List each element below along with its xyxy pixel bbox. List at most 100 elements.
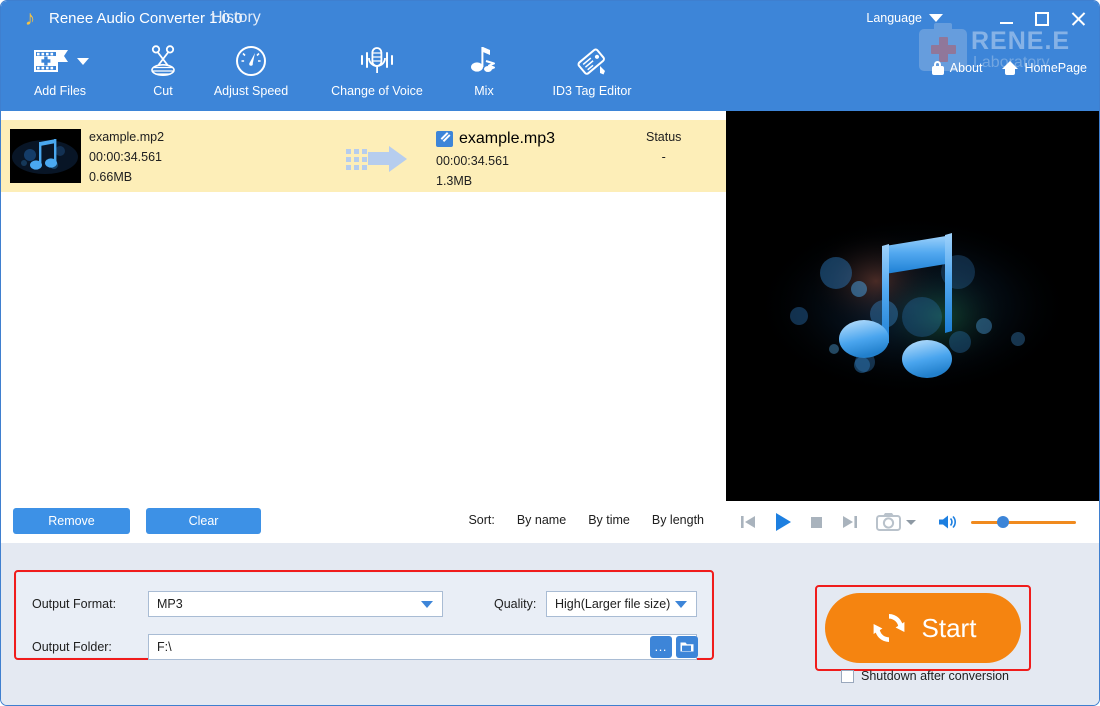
chevron-down-icon — [76, 57, 89, 65]
status-header: Status — [646, 130, 682, 144]
toolbar-item-label: ID3 Tag Editor — [552, 84, 632, 98]
quality-value: High(Larger file size) — [555, 597, 671, 611]
about-label: About — [949, 61, 983, 75]
output-file-duration: 00:00:34.561 — [436, 154, 509, 168]
convert-arrow-icon — [346, 146, 408, 172]
volume-slider[interactable] — [971, 516, 1076, 528]
start-label: Start — [921, 612, 977, 643]
chevron-down-icon[interactable] — [905, 517, 917, 527]
sort-controls: Sort: By name By time By length — [468, 513, 704, 527]
output-format-label: Output Format: — [32, 597, 117, 611]
output-settings-group: Output Format: MP3 Quality: High(Larger … — [17, 573, 711, 660]
remove-button[interactable]: Remove — [13, 508, 130, 534]
toolbar-item-label: Change of Voice — [331, 84, 423, 98]
output-format-value: MP3 — [157, 597, 183, 611]
music-note-mix-icon — [466, 40, 502, 82]
status-badge: - — [661, 150, 666, 164]
home-icon — [1002, 61, 1019, 75]
play-icon[interactable] — [772, 511, 794, 533]
output-folder-input[interactable]: F:\ — [148, 634, 697, 660]
about-link[interactable]: About — [931, 61, 983, 75]
sort-by-length-option[interactable]: By length — [652, 513, 704, 527]
shutdown-label: Shutdown after conversion — [861, 669, 1010, 683]
speaker-icon[interactable] — [937, 513, 959, 531]
toolbar-item-mix[interactable]: Mix — [451, 37, 517, 111]
tag-edit-icon — [575, 40, 609, 82]
maximize-button[interactable] — [1031, 9, 1053, 29]
skip-next-icon[interactable] — [840, 512, 860, 532]
maximize-icon — [1035, 12, 1049, 26]
app-window: ♪ Renee Audio Converter 1.0.0 History La… — [0, 0, 1100, 706]
toolbar-item-change-of-voice[interactable]: Change of Voice — [311, 37, 443, 111]
sort-by-name-option[interactable]: By name — [517, 513, 566, 527]
browse-folder-button[interactable]: … — [650, 636, 672, 658]
shutdown-checkbox[interactable] — [841, 669, 854, 683]
folder-icon — [680, 642, 694, 652]
source-file-name: example.mp2 — [89, 130, 165, 144]
toolbar-item-label: Adjust Speed — [213, 84, 289, 98]
open-folder-button[interactable] — [676, 636, 698, 658]
window-controls — [995, 9, 1089, 29]
sort-label: Sort: — [468, 513, 495, 527]
title-bar: ♪ Renee Audio Converter 1.0.0 History La… — [1, 1, 1099, 37]
microphone-icon — [357, 40, 397, 82]
add-files-icon — [32, 40, 89, 82]
ellipsis-icon: … — [654, 639, 668, 654]
start-button[interactable]: Start — [825, 593, 1021, 663]
music-note-thumbnail — [10, 129, 81, 183]
volume-slider-handle[interactable] — [997, 516, 1009, 528]
output-folder-value: F:\ — [157, 640, 172, 654]
stop-icon[interactable] — [808, 513, 826, 531]
status-column: Status - — [646, 130, 681, 164]
edit-pencil-icon[interactable] — [436, 131, 453, 147]
sort-by-time-option[interactable]: By time — [588, 513, 630, 527]
output-format-select[interactable]: MP3 — [148, 591, 443, 617]
toolbar-item-adjust-speed[interactable]: Adjust Speed — [199, 37, 303, 111]
output-file-size: 1.3MB — [436, 174, 473, 188]
main-toolbar: Add Files Cut Adjust Speed Change of Voice M… — [1, 37, 701, 111]
source-file-size: 0.66MB — [89, 170, 133, 184]
output-file-info: example.mp3 00:00:34.561 1.3MB — [436, 130, 555, 188]
header-links: About HomePage — [931, 61, 1087, 75]
player-controls — [726, 501, 1099, 543]
chevron-down-icon — [421, 600, 433, 608]
close-icon — [1070, 11, 1086, 27]
minimize-button[interactable] — [995, 9, 1017, 29]
output-file-name: example.mp3 — [459, 130, 556, 147]
toolbar-item-add-files[interactable]: Add Files — [11, 37, 109, 111]
language-selector[interactable]: Language — [866, 11, 943, 25]
chevron-down-icon — [929, 14, 943, 22]
toolbar-item-label: Cut — [153, 84, 173, 98]
homepage-label: HomePage — [1024, 61, 1087, 75]
header: ♪ Renee Audio Converter 1.0.0 History La… — [1, 1, 1099, 111]
quality-select[interactable]: High(Larger file size) — [546, 591, 697, 617]
skip-previous-icon[interactable] — [738, 512, 758, 532]
file-list-area: example.mp2 00:00:34.561 0.66MB example.… — [1, 111, 726, 501]
preview-artwork — [726, 111, 1099, 501]
homepage-link[interactable]: HomePage — [1002, 61, 1087, 75]
source-file-info: example.mp2 00:00:34.561 0.66MB — [89, 130, 164, 184]
chevron-down-icon — [675, 600, 687, 608]
clear-button[interactable]: Clear — [146, 508, 261, 534]
table-row[interactable]: example.mp2 00:00:34.561 0.66MB example.… — [1, 120, 726, 192]
media-preview-panel[interactable] — [726, 111, 1099, 501]
history-link[interactable]: History — [211, 7, 261, 29]
output-folder-label: Output Folder: — [32, 640, 112, 654]
toolbar-item-id3-tag-editor[interactable]: ID3 Tag Editor — [529, 37, 655, 111]
refresh-circle-icon — [873, 614, 904, 642]
toolbar-item-label: Mix — [474, 84, 494, 98]
toolbar-item-cut[interactable]: Cut — [129, 37, 197, 111]
toolbar-item-label: Add Files — [33, 84, 87, 98]
music-note-icon: ♪ — [24, 7, 36, 30]
language-label: Language — [866, 11, 922, 25]
camera-icon[interactable] — [876, 512, 902, 532]
lock-icon — [931, 61, 944, 75]
minimize-icon — [999, 22, 1013, 24]
close-button[interactable] — [1067, 9, 1089, 29]
shutdown-after-conversion-row: Shutdown after conversion — [841, 669, 1009, 683]
source-file-duration: 00:00:34.561 — [89, 150, 162, 164]
speedometer-icon — [234, 40, 268, 82]
quality-label: Quality: — [494, 597, 537, 611]
scissors-icon — [146, 40, 180, 82]
list-controls-bar: Remove Clear Sort: By name By time By le… — [1, 501, 726, 543]
